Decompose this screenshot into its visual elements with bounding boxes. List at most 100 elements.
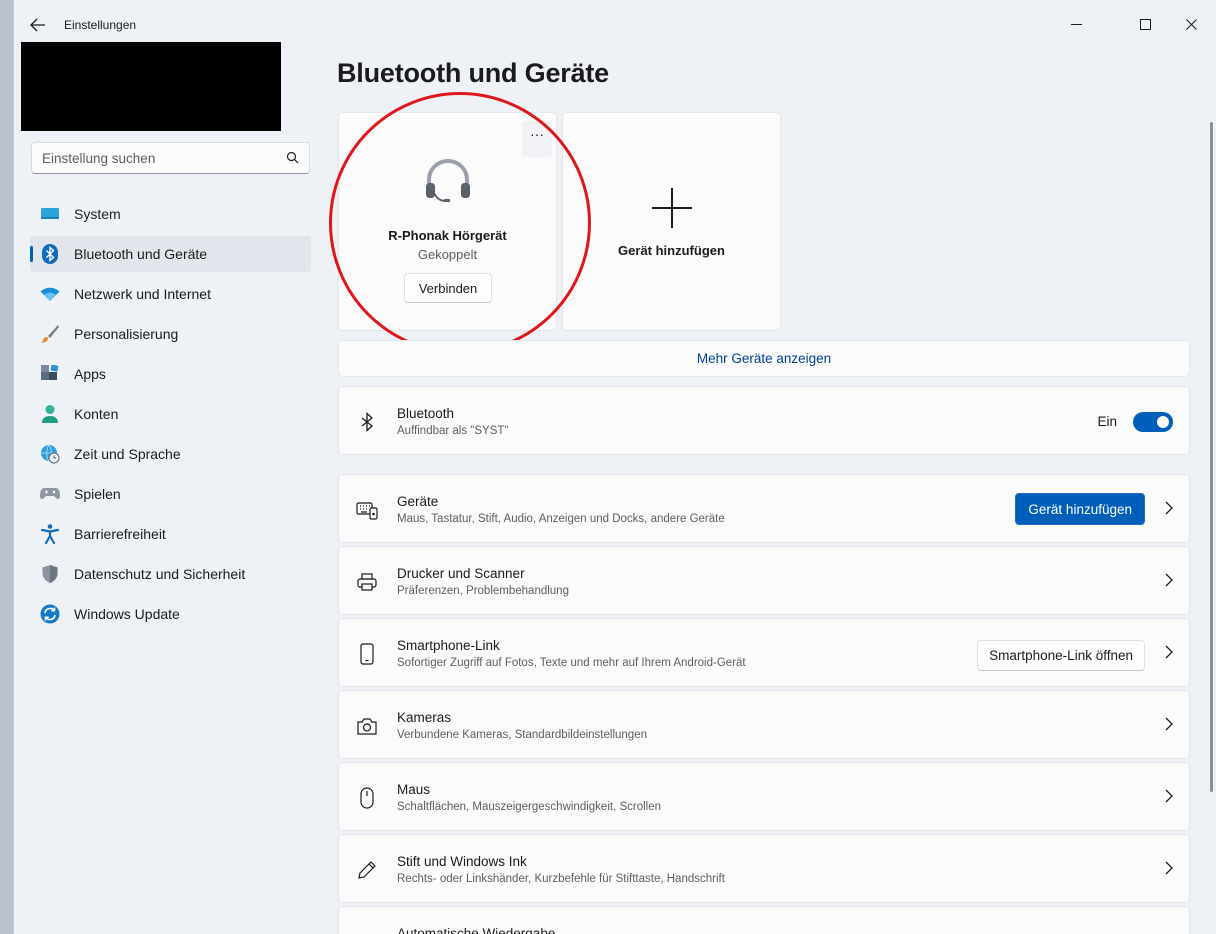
chevron-right-icon [1165, 501, 1173, 520]
apps-icon [40, 364, 60, 384]
monitor-icon [40, 204, 60, 224]
device-status: Gekoppelt [417, 247, 478, 262]
mouse-subtitle: Schaltflächen, Mauszeigergeschwindigkeit… [397, 801, 662, 813]
globe-clock-icon [40, 444, 60, 464]
bluetooth-toggle[interactable] [1133, 412, 1173, 432]
sidebar-item-windows-update[interactable]: Windows Update [30, 596, 311, 632]
mouse-row[interactable]: Maus Schaltflächen, Mauszeigergeschwindi… [338, 762, 1190, 831]
maximize-icon [1139, 18, 1151, 30]
sidebar-item-label: Spielen [74, 486, 121, 502]
cameras-subtitle: Verbundene Kameras, Standardbildeinstell… [397, 729, 647, 741]
printers-subtitle: Präferenzen, Problembehandlung [397, 585, 569, 597]
devices-row[interactable]: Geräte Maus, Tastatur, Stift, Audio, Anz… [338, 474, 1190, 543]
smartphone-icon [355, 643, 379, 665]
bluetooth-icon [355, 411, 379, 433]
pen-ink-title: Stift und Windows Ink [397, 854, 527, 869]
pen-icon [355, 859, 379, 881]
person-icon [40, 404, 60, 424]
chevron-right-icon [1165, 573, 1173, 592]
phone-link-subtitle: Sofortiger Zugriff auf Fotos, Texte und … [397, 657, 746, 669]
printer-icon [355, 571, 379, 593]
search-icon [286, 151, 299, 169]
close-button[interactable] [1169, 8, 1213, 40]
close-icon [1185, 18, 1197, 30]
sidebar-item-personalization[interactable]: Personalisierung [30, 316, 311, 352]
accessibility-icon [40, 524, 60, 544]
sidebar-item-gaming[interactable]: Spielen [30, 476, 311, 512]
sidebar-item-label: Netzwerk und Internet [74, 286, 211, 302]
phone-link-row[interactable]: Smartphone-Link Sofortiger Zugriff auf F… [338, 618, 1190, 687]
sidebar-item-label: Bluetooth und Geräte [74, 246, 208, 262]
sidebar-item-network[interactable]: Netzwerk und Internet [30, 276, 311, 312]
plus-icon [651, 187, 693, 234]
pen-ink-subtitle: Rechts- oder Linkshänder, Kurzbefehle fü… [397, 873, 725, 885]
open-phone-link-button[interactable]: Smartphone-Link öffnen [977, 640, 1145, 671]
printers-title: Drucker und Scanner [397, 566, 525, 581]
add-device-card[interactable]: Gerät hinzufügen [562, 112, 781, 331]
app-title: Einstellungen [64, 18, 137, 32]
sidebar-item-label: Barrierefreiheit [74, 526, 166, 542]
add-device-button[interactable]: Gerät hinzufügen [1015, 493, 1145, 525]
chevron-right-icon [1165, 645, 1173, 664]
bluetooth-title: Bluetooth [397, 406, 455, 421]
arrow-left-icon [30, 18, 45, 32]
bluetooth-toggle-label: Ein [1097, 414, 1117, 429]
camera-icon [355, 715, 379, 737]
settings-search[interactable] [31, 142, 310, 174]
shield-icon [40, 564, 60, 584]
title-bar: Einstellungen [14, 0, 1216, 46]
desktop-background-strip [0, 0, 13, 934]
cameras-title: Kameras [397, 710, 452, 725]
sidebar-item-label: Personalisierung [74, 326, 179, 342]
redacted-user-profile [21, 42, 281, 131]
sidebar-item-label: Konten [74, 406, 119, 422]
sidebar-item-label: Datenschutz und Sicherheit [74, 566, 246, 582]
sidebar-item-label: Zeit und Sprache [74, 446, 181, 462]
paired-device-card[interactable]: ··· R-Phonak Hörgerät Gekoppelt Verbinde… [338, 112, 557, 331]
chevron-right-icon [1165, 861, 1173, 880]
show-more-devices-link[interactable]: Mehr Geräte anzeigen [338, 340, 1190, 377]
chevron-right-icon [1165, 717, 1173, 736]
gamepad-icon [40, 484, 60, 504]
page-title: Bluetooth und Geräte [337, 58, 609, 88]
sidebar-item-privacy[interactable]: Datenschutz und Sicherheit [30, 556, 311, 592]
connect-button[interactable]: Verbinden [404, 273, 492, 303]
devices-subtitle: Maus, Tastatur, Stift, Audio, Anzeigen u… [397, 513, 725, 525]
search-input[interactable] [32, 143, 272, 173]
back-button[interactable] [24, 11, 52, 39]
phone-link-title: Smartphone-Link [397, 638, 500, 653]
scrollbar[interactable] [1210, 122, 1213, 792]
mouse-icon [355, 787, 379, 809]
autoplay-row[interactable]: Automatische Wiedergabe [338, 906, 1190, 934]
more-options-button[interactable]: ··· [522, 121, 552, 157]
cameras-row[interactable]: Kameras Verbundene Kameras, Standardbild… [338, 690, 1190, 759]
printers-row[interactable]: Drucker und Scanner Präferenzen, Problem… [338, 546, 1190, 615]
sidebar-item-accessibility[interactable]: Barrierefreiheit [30, 516, 311, 552]
sidebar-item-label: Windows Update [74, 606, 180, 622]
pen-ink-row[interactable]: Stift und Windows Ink Rechts- oder Links… [338, 834, 1190, 903]
maximize-button[interactable] [1123, 8, 1167, 40]
devices-title: Geräte [397, 494, 439, 509]
minimize-icon [1070, 23, 1082, 25]
bluetooth-icon [40, 244, 60, 264]
sidebar-item-time-language[interactable]: Zeit und Sprache [30, 436, 311, 472]
sidebar-item-system[interactable]: System [30, 196, 311, 232]
settings-window: Einstellungen System Bluetooth und Gerät… [13, 0, 1216, 934]
add-device-label: Gerät hinzufügen [618, 243, 725, 258]
update-icon [40, 604, 60, 624]
bluetooth-subtitle: Auffindbar als "SYST" [397, 425, 509, 437]
sidebar-item-label: Apps [74, 366, 106, 382]
bluetooth-row: Bluetooth Auffindbar als "SYST" Ein [338, 386, 1190, 455]
mouse-title: Maus [397, 782, 431, 797]
sidebar-item-bluetooth[interactable]: Bluetooth und Geräte [30, 236, 311, 272]
minimize-button[interactable] [1054, 8, 1098, 40]
wifi-icon [40, 284, 60, 304]
device-name: R-Phonak Hörgerät [388, 228, 507, 243]
sidebar-item-apps[interactable]: Apps [30, 356, 311, 392]
brush-icon [40, 324, 60, 344]
sidebar-item-label: System [74, 206, 121, 222]
sidebar-item-accounts[interactable]: Konten [30, 396, 311, 432]
keyboard-devices-icon [355, 499, 379, 521]
autoplay-title: Automatische Wiedergabe [397, 926, 556, 934]
chevron-right-icon [1165, 789, 1173, 808]
